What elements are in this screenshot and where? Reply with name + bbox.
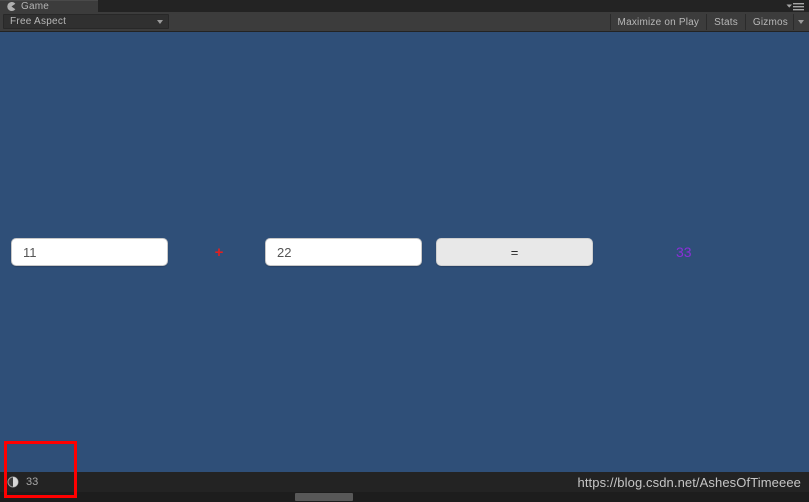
console-log-icon [7, 476, 19, 488]
operand-a-input[interactable]: 11 [11, 238, 168, 266]
game-view-canvas[interactable]: 11 + 22 = 33 [0, 32, 809, 472]
result-label: 33 [676, 244, 692, 260]
tab-game-label: Game [21, 0, 50, 12]
toolbar-right-group: Maximize on Play Stats Gizmos [609, 14, 808, 30]
operator-plus-label: + [214, 243, 224, 261]
unity-game-view-window: Game Free Aspect Maximize on Play Stats … [0, 0, 809, 502]
game-pacman-icon [7, 2, 16, 11]
status-bar[interactable]: 33 https://blog.csdn.net/AshesOfTimeeee [0, 472, 809, 492]
equals-button[interactable]: = [436, 238, 593, 266]
chevron-down-icon [798, 20, 804, 24]
tab-game[interactable]: Game [0, 0, 98, 12]
aspect-ratio-value: Free Aspect [10, 16, 67, 27]
tab-strip: Game [0, 0, 809, 12]
operand-b-input[interactable]: 22 [265, 238, 422, 266]
aspect-ratio-dropdown[interactable]: Free Aspect [3, 14, 169, 29]
operand-b-value: 22 [277, 244, 292, 260]
hamburger-menu-icon[interactable] [784, 1, 806, 12]
chevron-down-icon [157, 19, 163, 24]
stats-button[interactable]: Stats [706, 14, 745, 30]
status-bar-message: 33 [26, 475, 39, 488]
operand-a-value: 11 [23, 244, 37, 260]
calculator-row: 11 + 22 = 33 [0, 238, 809, 268]
watermark-url: https://blog.csdn.net/AshesOfTimeeee [577, 474, 801, 490]
horizontal-scrollbar-thumb[interactable] [295, 493, 353, 501]
game-view-toolbar: Free Aspect Maximize on Play Stats Gizmo… [0, 12, 809, 32]
gizmos-button[interactable]: Gizmos [744, 14, 793, 30]
maximize-on-play-button[interactable]: Maximize on Play [609, 14, 707, 30]
horizontal-scrollbar-track[interactable] [0, 492, 809, 502]
gizmos-dropdown-button[interactable] [793, 14, 808, 30]
